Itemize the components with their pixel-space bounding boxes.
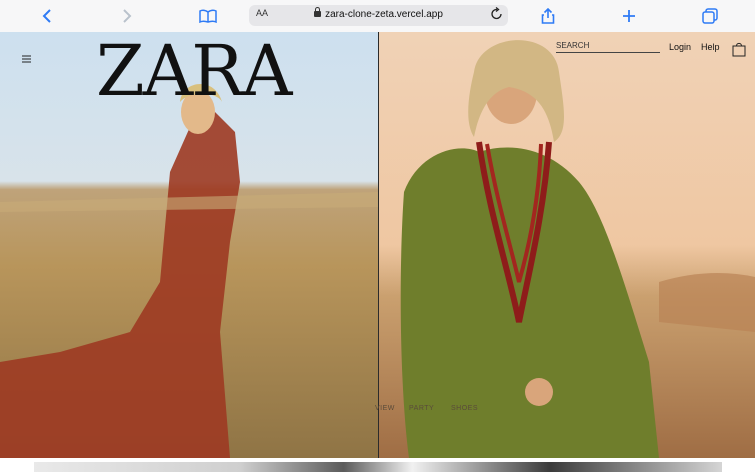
model-figure-right: [400, 40, 755, 458]
book-icon[interactable]: [197, 5, 219, 27]
hero-image-right[interactable]: SEARCH Login Help: [379, 32, 755, 458]
bag-icon[interactable]: [732, 41, 746, 57]
url: zara-clone-zeta.vercel.app: [249, 7, 508, 20]
browser-toolbar: AA zara-clone-zeta.vercel.app: [0, 0, 755, 33]
nav-item-party[interactable]: PARTY: [409, 405, 434, 412]
nav-item-shoes[interactable]: SHOES: [451, 405, 478, 412]
forward-icon[interactable]: [116, 5, 138, 27]
hero-image-left[interactable]: ZARA: [0, 32, 378, 458]
zara-logo[interactable]: ZARA: [96, 36, 292, 106]
share-icon[interactable]: [537, 5, 559, 27]
reload-icon[interactable]: [491, 6, 503, 26]
address-bar[interactable]: AA zara-clone-zeta.vercel.app: [249, 5, 508, 26]
search-input[interactable]: SEARCH: [556, 41, 660, 53]
hero-section: ZARA SEARCH Login Help VIEW PARTY SHOES: [0, 32, 755, 458]
lock-icon: [314, 7, 322, 17]
plus-icon[interactable]: [618, 5, 640, 27]
back-icon[interactable]: [36, 5, 58, 27]
tabs-icon[interactable]: [699, 5, 721, 27]
next-section-image[interactable]: [34, 462, 722, 472]
login-link[interactable]: Login: [669, 42, 691, 52]
help-link[interactable]: Help: [701, 42, 720, 52]
menu-icon[interactable]: [22, 50, 31, 63]
nav-item-view[interactable]: VIEW: [375, 405, 395, 412]
